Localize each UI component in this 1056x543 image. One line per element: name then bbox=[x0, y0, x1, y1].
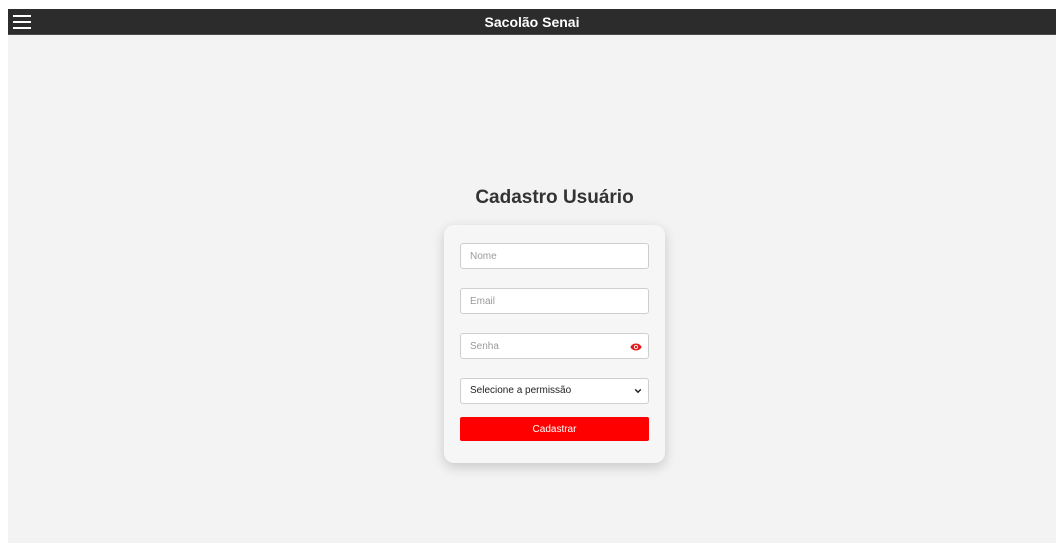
chevron-down-icon bbox=[634, 388, 642, 394]
senha-field-wrapper bbox=[460, 333, 649, 359]
eye-icon[interactable] bbox=[630, 341, 642, 353]
email-input[interactable] bbox=[461, 289, 648, 313]
permissao-selected-label: Selecione a permissão bbox=[470, 385, 572, 396]
nome-field-wrapper bbox=[460, 243, 649, 269]
app-title: Sacolão Senai bbox=[484, 14, 580, 30]
email-field-wrapper bbox=[460, 288, 649, 314]
top-navbar: Sacolão Senai bbox=[8, 9, 1056, 35]
cadastrar-button[interactable]: Cadastrar bbox=[460, 417, 649, 441]
app-viewport: Sacolão Senai Cadastro Usuário Selecione… bbox=[8, 9, 1056, 543]
permissao-select[interactable]: Selecione a permissão bbox=[460, 378, 649, 404]
senha-input[interactable] bbox=[461, 334, 648, 358]
nome-input[interactable] bbox=[461, 244, 648, 268]
register-form-card: Selecione a permissão Cadastrar bbox=[444, 225, 665, 463]
page-title: Cadastro Usuário bbox=[475, 187, 634, 208]
